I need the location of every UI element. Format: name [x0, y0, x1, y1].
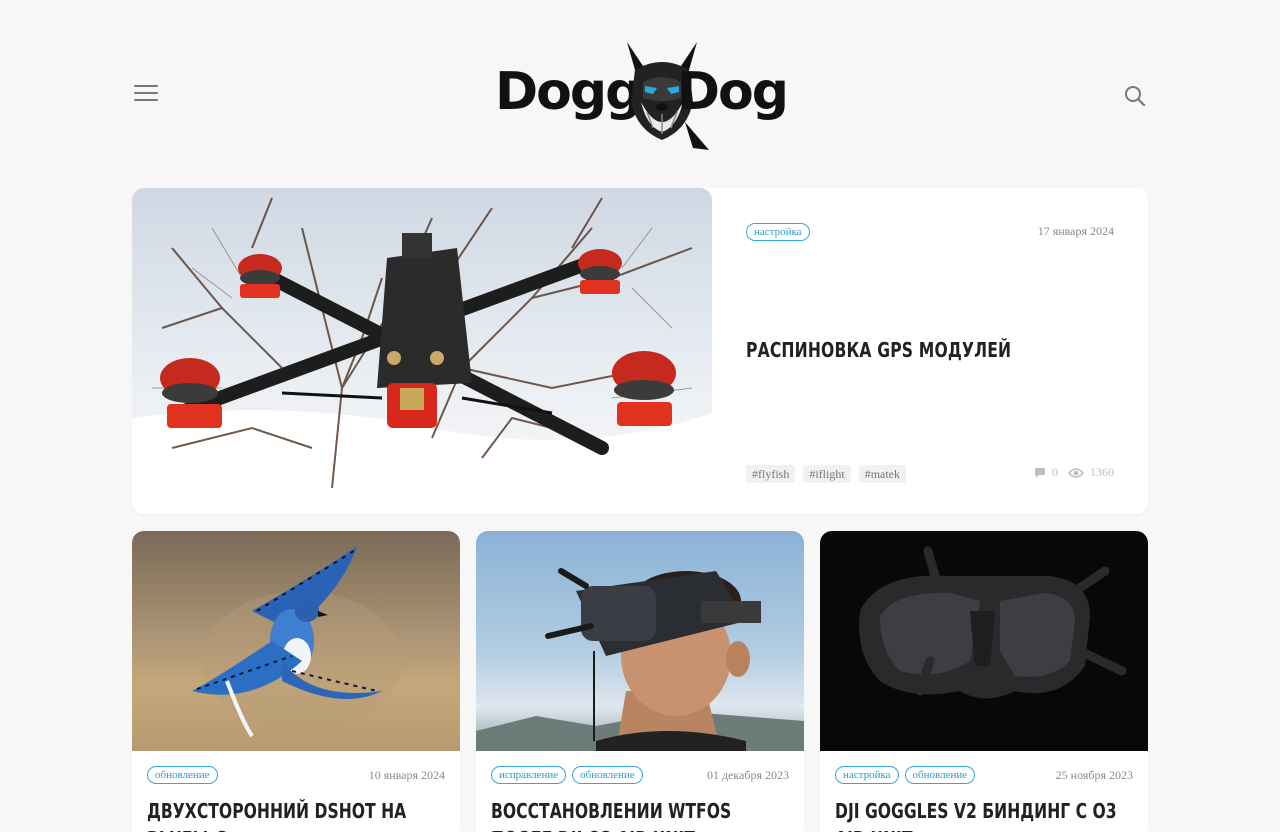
- post-stats: 0 1360: [1034, 465, 1114, 480]
- eye-icon: [1068, 467, 1084, 478]
- category-chips: обновление: [147, 766, 218, 784]
- featured-post[interactable]: настройка 17 января 2024 РАСПИНОВКА GPS …: [132, 188, 1148, 514]
- category-chip[interactable]: обновление: [147, 766, 218, 784]
- search-icon[interactable]: [1123, 84, 1147, 108]
- category-chip[interactable]: исправление: [491, 766, 567, 784]
- post-title[interactable]: DJI GOGGLES V2 БИНДИНГ С O3 AIR UNIT: [835, 797, 1131, 832]
- post-date: 01 декабря 2023: [706, 768, 789, 782]
- post-title[interactable]: ДВУХСТОРОННИЙ DSHOT НА BLHELI_S: [147, 797, 443, 832]
- tag-iflight[interactable]: #iflight: [803, 465, 851, 483]
- tag-flyfish[interactable]: #flyfish: [746, 465, 796, 483]
- site-header: Doggy Dog: [0, 0, 1280, 180]
- view-count: 1360: [1090, 465, 1114, 479]
- post-card[interactable]: обновление 10 января 2024 ДВУХСТОРОННИЙ …: [132, 531, 460, 832]
- menu-icon[interactable]: [134, 85, 158, 103]
- post-date: 17 января 2024: [1037, 224, 1114, 238]
- post-date: 10 января 2024: [368, 768, 445, 782]
- category-chip[interactable]: настройка: [746, 223, 810, 241]
- logo-text-right: Dog: [676, 62, 789, 122]
- featured-image-drone[interactable]: [132, 188, 712, 514]
- site-logo[interactable]: Doggy Dog: [495, 32, 789, 154]
- comment-icon: [1035, 467, 1045, 478]
- tag-matek[interactable]: #matek: [858, 465, 907, 483]
- featured-body: настройка 17 января 2024 РАСПИНОВКА GPS …: [712, 188, 1148, 514]
- post-card[interactable]: настройка обновление 25 ноября 2023 DJI …: [820, 531, 1148, 832]
- post-title[interactable]: ВОССТАНОВЛЕНИИ WTFOS ПОСЛЕ DJI O3 AIR UN…: [491, 797, 787, 832]
- category-chip[interactable]: обновление: [904, 766, 976, 784]
- post-image-goggles[interactable]: [820, 531, 1148, 751]
- category-chips: настройка обновление: [835, 766, 976, 784]
- post-image-fpv-goggles-man[interactable]: [476, 531, 804, 751]
- comment-count: 0: [1052, 465, 1058, 479]
- tag-list: #flyfish #iflight #matek: [746, 465, 907, 483]
- category-chip[interactable]: настройка: [835, 766, 899, 784]
- post-date: 25 ноября 2023: [1055, 768, 1133, 782]
- category-chips: исправление обновление: [491, 766, 643, 784]
- post-title[interactable]: РАСПИНОВКА GPS МОДУЛЕЙ: [746, 338, 1011, 362]
- post-image-bird[interactable]: [132, 531, 460, 751]
- category-chip[interactable]: обновление: [572, 766, 643, 784]
- post-card[interactable]: исправление обновление 01 декабря 2023 В…: [476, 531, 804, 832]
